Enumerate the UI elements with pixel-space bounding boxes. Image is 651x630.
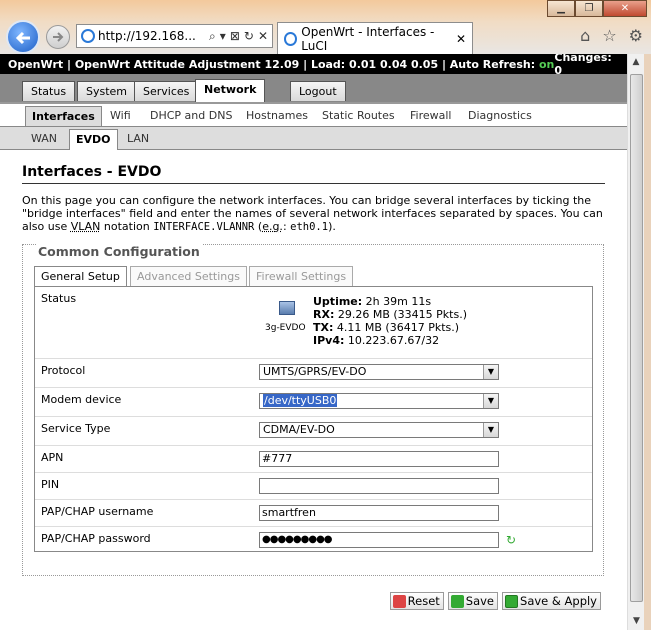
form-buttons: Reset Save Save & Apply bbox=[389, 592, 601, 610]
tab-title: OpenWrt - Interfaces - LuCI bbox=[301, 24, 435, 53]
submenu-hostnames[interactable]: Hostnames bbox=[240, 106, 314, 126]
tab-firewall-settings[interactable]: Firewall Settings bbox=[249, 266, 354, 286]
refresh-icon[interactable]: ↻ bbox=[244, 29, 254, 44]
submenu-interfaces[interactable]: Interfaces bbox=[25, 106, 102, 126]
service-type-row: Service Type CDMA/EV-DO ▼ bbox=[35, 417, 592, 446]
close-window-button[interactable]: ✕ bbox=[603, 0, 647, 17]
iface-tab-wan[interactable]: WAN bbox=[25, 129, 63, 150]
minimize-button[interactable]: ▁ bbox=[547, 0, 575, 17]
protocol-row: Protocol UMTS/GPRS/EV-DO ▼ bbox=[35, 359, 592, 388]
network-submenu: Interfaces Wifi DHCP and DNS Hostnames S… bbox=[0, 102, 627, 126]
menu-status[interactable]: Status bbox=[22, 81, 76, 101]
modem-device-select[interactable]: /dev/ttyUSB0 ▼ bbox=[259, 393, 499, 409]
save-apply-button[interactable]: Save & Apply bbox=[502, 592, 601, 610]
apply-icon bbox=[505, 594, 519, 608]
scroll-down-icon[interactable]: ▼ bbox=[628, 613, 645, 630]
password-input[interactable]: ●●●●●●●●● bbox=[259, 532, 499, 548]
window-border bbox=[644, 54, 651, 630]
tab-advanced-settings[interactable]: Advanced Settings bbox=[130, 266, 247, 286]
modem-label: Modem device bbox=[41, 393, 122, 406]
eg-abbr: e.g. bbox=[262, 220, 283, 233]
maximize-button[interactable]: ❐ bbox=[575, 0, 603, 17]
submenu-wifi[interactable]: Wifi bbox=[104, 106, 137, 126]
luci-header: OpenWrt | OpenWrt Attitude Adjustment 12… bbox=[0, 54, 627, 77]
submenu-dhcp[interactable]: DHCP and DNS bbox=[144, 106, 238, 126]
status-row: Status 3g-EVDO Uptime: 2h 39m 11s RX: 29… bbox=[35, 287, 592, 359]
menu-network[interactable]: Network bbox=[195, 79, 266, 102]
vertical-scrollbar[interactable]: ▲ ▼ bbox=[627, 54, 644, 630]
submenu-static-routes[interactable]: Static Routes bbox=[316, 106, 401, 126]
menu-logout[interactable]: Logout bbox=[290, 81, 346, 101]
service-type-label: Service Type bbox=[41, 422, 111, 435]
pin-label: PIN bbox=[41, 478, 60, 491]
ie-icon bbox=[284, 31, 298, 46]
tab-general-setup[interactable]: General Setup bbox=[34, 266, 127, 286]
header-info: OpenWrt | OpenWrt Attitude Adjustment 12… bbox=[8, 57, 539, 71]
menu-services[interactable]: Services bbox=[134, 81, 199, 101]
interface-tabs: WAN EVDO LAN bbox=[0, 126, 627, 150]
address-bar[interactable]: http://192.168... ⌕ ▾ ⊠ ↻ ✕ bbox=[76, 24, 273, 48]
stop-icon[interactable]: ✕ bbox=[258, 29, 268, 44]
page-description: On this page you can configure the netwo… bbox=[22, 194, 603, 233]
forward-icon bbox=[53, 32, 64, 42]
reset-icon bbox=[392, 594, 406, 608]
apn-input[interactable]: #777 bbox=[259, 451, 499, 467]
save-icon bbox=[450, 594, 464, 608]
auto-refresh-toggle[interactable]: on bbox=[539, 58, 554, 71]
gear-icon[interactable]: ⚙ bbox=[629, 26, 643, 45]
menu-system[interactable]: System bbox=[77, 81, 137, 101]
password-label: PAP/CHAP password bbox=[41, 532, 151, 545]
apn-label: APN bbox=[41, 451, 64, 464]
status-label: Status bbox=[41, 292, 77, 305]
protocol-select[interactable]: UMTS/GPRS/EV-DO ▼ bbox=[259, 364, 499, 380]
pin-row: PIN bbox=[35, 473, 592, 500]
save-button[interactable]: Save bbox=[447, 592, 499, 610]
back-button[interactable] bbox=[6, 20, 40, 54]
home-icon[interactable]: ⌂ bbox=[580, 26, 590, 45]
chevron-down-icon: ▼ bbox=[483, 423, 498, 437]
status-details: Uptime: 2h 39m 11s RX: 29.26 MB (33415 P… bbox=[313, 295, 467, 347]
scroll-up-icon[interactable]: ▲ bbox=[628, 54, 644, 71]
chevron-down-icon: ▼ bbox=[483, 365, 498, 379]
compat-icon[interactable]: ⊠ bbox=[230, 29, 240, 44]
iface-tab-lan[interactable]: LAN bbox=[121, 129, 155, 150]
favorites-icon[interactable]: ☆ bbox=[602, 26, 616, 45]
scroll-thumb[interactable] bbox=[630, 74, 643, 602]
search-icon[interactable]: ⌕ bbox=[209, 29, 216, 44]
vlan-abbr: VLAN bbox=[70, 220, 101, 233]
general-setup-panel: Status 3g-EVDO Uptime: 2h 39m 11s RX: 29… bbox=[34, 286, 593, 552]
tab-close-icon[interactable]: ✕ bbox=[456, 32, 472, 46]
device-name: 3g-EVDO bbox=[265, 323, 306, 333]
section-title: Common Configuration bbox=[36, 244, 202, 259]
window-controls: ▁ ❐ ✕ bbox=[547, 0, 647, 17]
username-label: PAP/CHAP username bbox=[41, 505, 154, 518]
protocol-label: Protocol bbox=[41, 364, 86, 377]
page-title: Interfaces - EVDO bbox=[22, 164, 605, 184]
browser-chrome: ▁ ❐ ✕ http://192.168... ⌕ ▾ ⊠ ↻ ✕ OpenWr… bbox=[0, 0, 651, 54]
main-menu: Status System Services Network Logout bbox=[0, 74, 627, 102]
browser-tools: ⌂ ☆ ⚙ bbox=[580, 26, 643, 45]
iface-tab-evdo[interactable]: EVDO bbox=[69, 129, 118, 150]
address-text: http://192.168... bbox=[98, 29, 196, 43]
chevron-down-icon: ▼ bbox=[483, 394, 498, 408]
service-type-select[interactable]: CDMA/EV-DO ▼ bbox=[259, 422, 499, 438]
reveal-password-icon[interactable]: ↻ bbox=[506, 534, 518, 546]
apn-row: APN #777 bbox=[35, 446, 592, 473]
submenu-firewall[interactable]: Firewall bbox=[404, 106, 457, 126]
network-device-icon bbox=[279, 301, 295, 315]
page-content: OpenWrt | OpenWrt Attitude Adjustment 12… bbox=[0, 54, 627, 630]
submenu-diagnostics[interactable]: Diagnostics bbox=[462, 106, 538, 126]
browser-tab[interactable]: OpenWrt - Interfaces - LuCI ✕ bbox=[277, 22, 473, 54]
dropdown-icon[interactable]: ▾ bbox=[220, 29, 226, 44]
username-row: PAP/CHAP username smartfren bbox=[35, 500, 592, 527]
pin-input[interactable] bbox=[259, 478, 499, 494]
modem-row: Modem device /dev/ttyUSB0 ▼ bbox=[35, 388, 592, 417]
password-row: PAP/CHAP password ●●●●●●●●● ↻ bbox=[35, 527, 592, 552]
back-icon bbox=[15, 31, 30, 45]
reset-button[interactable]: Reset bbox=[389, 592, 444, 610]
username-input[interactable]: smartfren bbox=[259, 505, 499, 521]
ie-icon bbox=[81, 29, 95, 43]
forward-button[interactable] bbox=[46, 25, 70, 49]
